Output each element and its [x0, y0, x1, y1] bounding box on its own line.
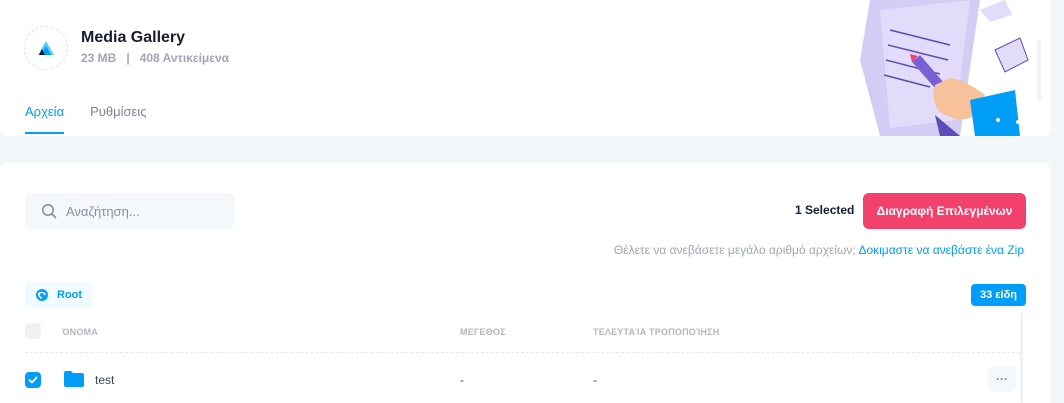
column-size-header[interactable]: ΜΕΓΕΘΟΣ: [460, 327, 506, 337]
table-row[interactable]: test - - ···: [25, 363, 1020, 399]
zip-upload-link[interactable]: Δοκιμαστε να ανεβάστε ένα Zip: [858, 243, 1024, 257]
tab-settings[interactable]: Ρυθμίσεις: [90, 104, 146, 134]
items-count: 408 Αντικείμενα: [139, 51, 230, 65]
files-card: 1 Selected Διαγραφή Επιλεγμένων Θέλετε ν…: [0, 163, 1050, 403]
delete-selected-button[interactable]: Διαγραφή Επιλεγμένων: [863, 193, 1026, 229]
table-header: ΌΝΟΜΑ ΜΕΓΕΘΟΣ ΤΕΛΕΥΤΑΊΑ ΤΡΟΠΟΠΟΊΗΣΗ: [25, 321, 1020, 353]
app-meta: 23 MB | 408 Αντικείμενα: [81, 51, 229, 65]
search-icon: [42, 204, 57, 219]
folder-icon: [64, 371, 84, 387]
breadcrumb-root[interactable]: Root: [25, 282, 93, 308]
check-icon: [28, 376, 38, 384]
tabs: Αρχεία Ρυθμίσεις: [25, 104, 146, 134]
scrollbar[interactable]: [1020, 313, 1023, 403]
items-badge: 33 είδη: [971, 284, 1026, 306]
row-size: -: [460, 373, 464, 387]
tab-files[interactable]: Αρχεία: [25, 104, 65, 134]
meta-separator: |: [126, 51, 130, 65]
select-all-checkbox[interactable]: [25, 323, 41, 339]
selected-count: 1 Selected: [795, 203, 855, 217]
header-card: Media Gallery 23 MB | 408 Αντικείμενα Αρ…: [0, 0, 1050, 136]
search-input[interactable]: [66, 203, 216, 219]
root-icon: [36, 289, 48, 301]
logo-icon: [24, 26, 68, 70]
illustration: [860, 0, 1041, 136]
zip-hint-text: Θέλετε να ανεβάσετε μεγάλο αριθμό αρχείω…: [613, 243, 856, 257]
more-icon[interactable]: ···: [988, 366, 1016, 392]
storage-size: 23 MB: [81, 51, 117, 65]
breadcrumb-root-label: Root: [57, 289, 83, 301]
zip-hint: Θέλετε να ανεβάσετε μεγάλο αριθμό αρχείω…: [614, 243, 1024, 257]
column-modified-header[interactable]: ΤΕΛΕΥΤΑΊΑ ΤΡΟΠΟΠΟΊΗΣΗ: [593, 327, 719, 337]
column-name-header[interactable]: ΌΝΟΜΑ: [62, 327, 98, 337]
search-box[interactable]: [25, 193, 234, 229]
row-modified: -: [593, 373, 597, 387]
row-name[interactable]: test: [95, 373, 114, 387]
app-title: Media Gallery: [81, 29, 186, 46]
row-checkbox[interactable]: [25, 372, 41, 388]
